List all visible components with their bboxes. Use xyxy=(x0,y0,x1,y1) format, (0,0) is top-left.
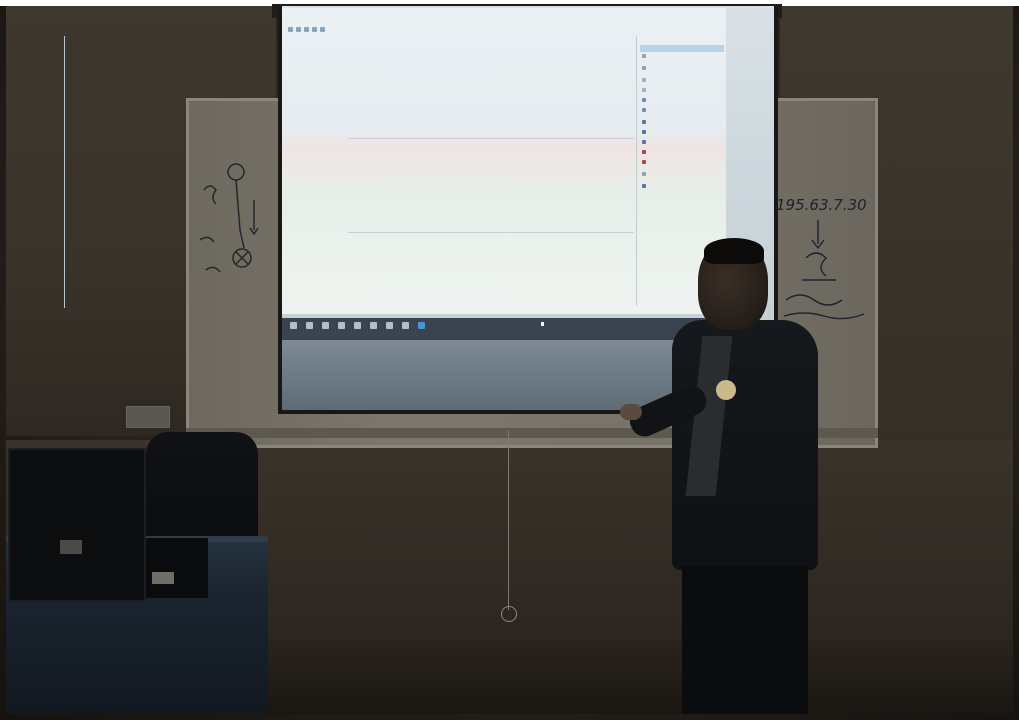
action-item[interactable] xyxy=(642,66,649,70)
forward-icon[interactable] xyxy=(296,27,301,32)
action-icon xyxy=(642,140,646,144)
action-item[interactable] xyxy=(642,98,649,102)
action-item[interactable] xyxy=(642,130,649,134)
presenter-badge xyxy=(716,380,736,400)
action-icon xyxy=(642,88,646,92)
action-icon xyxy=(642,130,646,134)
action-item[interactable] xyxy=(642,140,649,144)
action-item[interactable] xyxy=(642,88,649,92)
toolbar xyxy=(288,27,325,32)
wall-socket xyxy=(126,406,170,428)
taskbar-app-icon[interactable] xyxy=(402,322,409,329)
photo-scene: 195.63.7.30 xyxy=(0,0,1019,720)
device-label xyxy=(152,572,174,584)
help-icon xyxy=(642,184,646,188)
presenter-trousers xyxy=(682,566,808,714)
pull-cord-ring xyxy=(501,606,517,622)
taskbar-app-icon[interactable] xyxy=(370,322,377,329)
desk-item xyxy=(60,540,82,554)
center-pane xyxy=(64,36,355,308)
taskbar-app-icon[interactable] xyxy=(354,322,361,329)
action-icon xyxy=(642,108,646,112)
action-item[interactable] xyxy=(642,54,649,58)
taskbar-app-icon[interactable] xyxy=(386,322,393,329)
action-icon xyxy=(642,98,646,102)
action-icon xyxy=(642,66,646,70)
action-item[interactable] xyxy=(642,184,649,188)
action-icon xyxy=(642,172,646,176)
mouse-cursor xyxy=(541,322,544,326)
section-divider xyxy=(348,138,634,139)
task-view-icon[interactable] xyxy=(322,322,329,329)
action-item[interactable] xyxy=(642,120,649,124)
help-icon[interactable] xyxy=(320,27,325,32)
actions-selected-row[interactable] xyxy=(640,45,724,52)
action-item[interactable] xyxy=(642,160,649,164)
action-item[interactable] xyxy=(642,108,649,112)
presenter-hand xyxy=(620,404,642,420)
start-icon[interactable] xyxy=(290,322,297,329)
presenter xyxy=(620,236,820,714)
action-icon xyxy=(642,160,646,164)
action-icon xyxy=(642,150,646,154)
desk-device xyxy=(146,538,208,598)
action-icon xyxy=(642,54,646,58)
action-item[interactable] xyxy=(642,172,649,176)
whiteboard-ip-note: 195.63.7.30 xyxy=(776,196,867,214)
screen-pull-cord xyxy=(508,430,509,610)
presenter-hair xyxy=(704,238,764,264)
action-item[interactable] xyxy=(642,78,649,82)
refresh-icon[interactable] xyxy=(312,27,317,32)
taskbar-active-app-icon[interactable] xyxy=(418,322,425,329)
back-icon[interactable] xyxy=(288,27,293,32)
taskbar-items xyxy=(290,322,425,329)
section-divider xyxy=(348,232,634,233)
action-icon xyxy=(642,78,646,82)
action-icon xyxy=(642,120,646,124)
search-icon[interactable] xyxy=(306,322,313,329)
action-item[interactable] xyxy=(642,150,649,154)
computer-monitor xyxy=(8,448,146,602)
folder-icon[interactable] xyxy=(304,27,309,32)
taskbar-app-icon[interactable] xyxy=(338,322,345,329)
